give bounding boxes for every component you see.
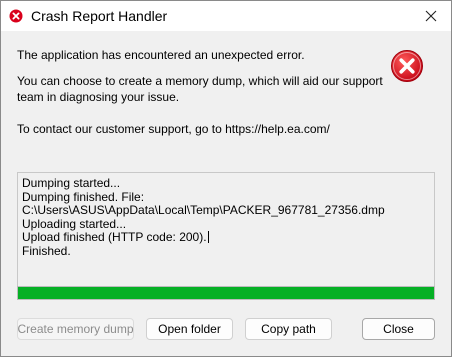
title-bar: Crash Report Handler [1, 1, 451, 31]
close-button[interactable]: Close [362, 318, 435, 340]
error-icon [9, 9, 23, 23]
crash-report-window: Crash Report Handler The application has… [0, 0, 452, 357]
log-line: Finished. [22, 243, 71, 258]
support-contact-text: To contact our customer support, go to h… [17, 122, 330, 136]
create-memory-dump-button[interactable]: Create memory dump [17, 318, 134, 340]
dump-suggestion-line-1: You can choose to create a memory dump, … [17, 74, 383, 88]
close-icon [425, 10, 437, 22]
log-line: Upload finished (HTTP code: 200). [22, 230, 207, 244]
log-line: Uploading started... [22, 216, 127, 231]
progress-fill [18, 287, 434, 299]
log-line: Dumping started... [22, 176, 121, 190]
log-line: C:\Users\ASUS\AppData\Local\Temp\PACKER_… [22, 203, 385, 217]
copy-path-button[interactable]: Copy path [245, 318, 332, 340]
window-title: Crash Report Handler [31, 8, 168, 24]
close-window-button[interactable] [411, 1, 451, 31]
log-line: Dumping finished. File: [22, 189, 145, 204]
error-message: The application has encountered an unexp… [17, 48, 305, 62]
text-caret [207, 231, 209, 243]
error-icon [391, 50, 423, 82]
log-line-with-caret: Upload finished (HTTP code: 200). [22, 230, 430, 245]
open-folder-button[interactable]: Open folder [146, 318, 233, 340]
log-output-box[interactable]: Dumping started... Dumping finished. Fil… [17, 172, 435, 298]
dialog-content: The application has encountered an unexp… [1, 31, 451, 356]
dump-suggestion-line-2: team in diagnosing your issue. [17, 90, 180, 104]
upload-progress-bar [17, 286, 435, 300]
